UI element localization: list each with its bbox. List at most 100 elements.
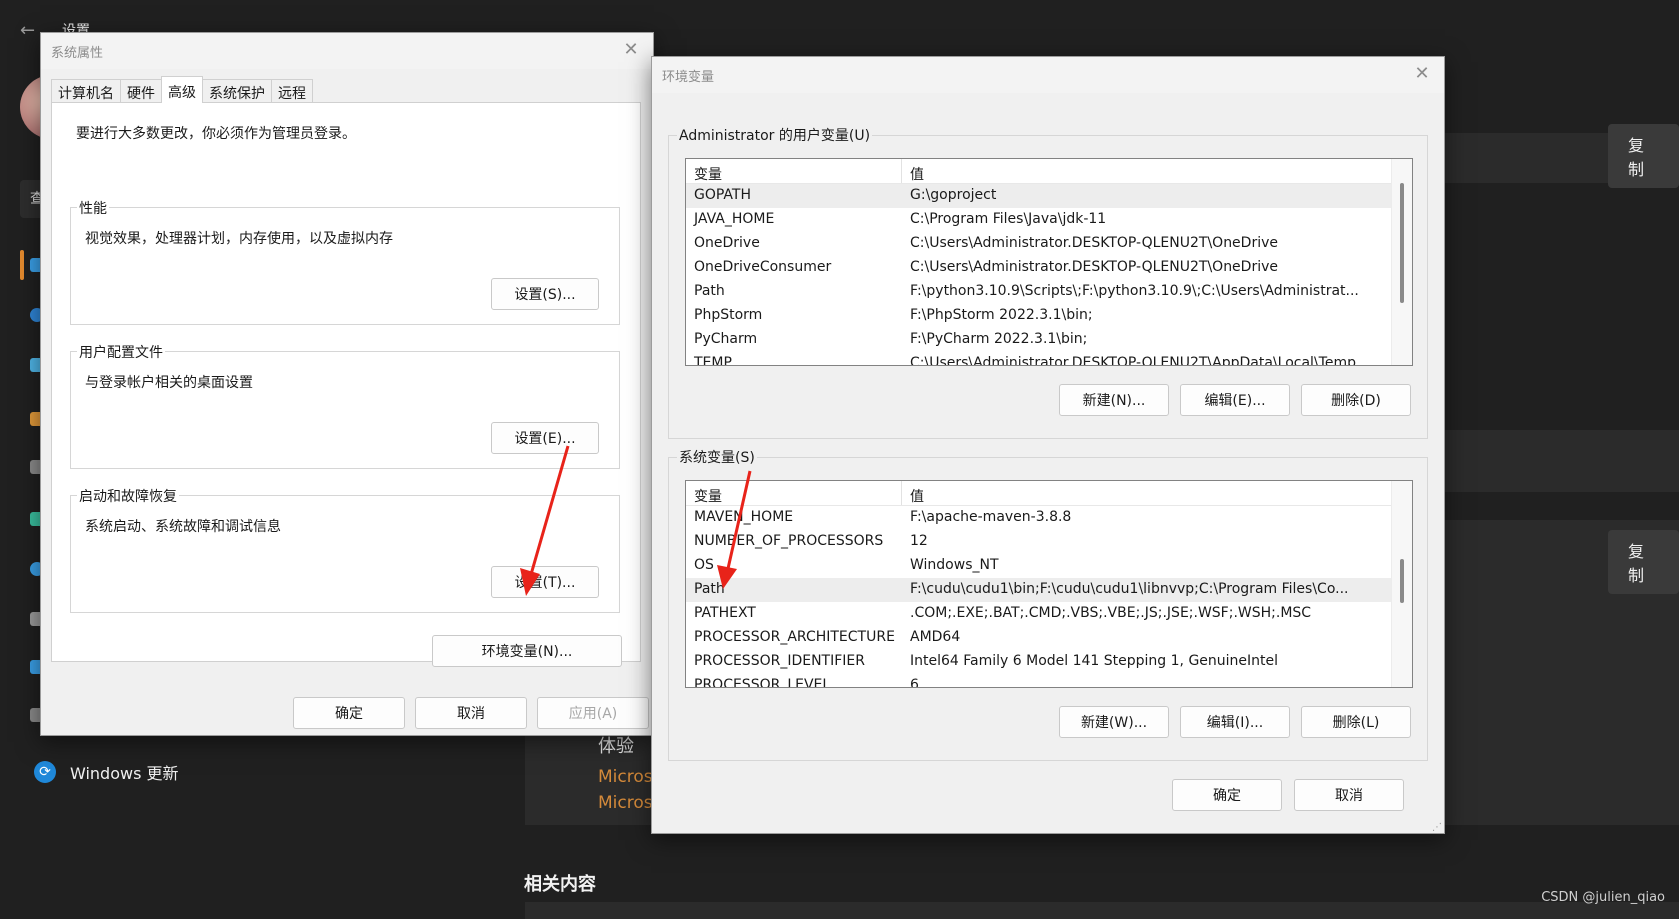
system-edit-button[interactable]: 编辑(I)... — [1180, 706, 1290, 738]
var-value: C:\Users\Administrator.DESKTOP-QLENU2T\O… — [910, 259, 1278, 275]
startup-settings-button[interactable]: 设置(T)... — [491, 566, 599, 598]
var-name: PROCESSOR_LEVEL — [694, 677, 831, 688]
var-name: Path — [694, 283, 725, 299]
table-row[interactable]: JAVA_HOME C:\Program Files\Java\jdk-11 — [686, 208, 1412, 232]
var-value: C:\Users\Administrator.DESKTOP-QLENU2T\A… — [910, 355, 1356, 366]
column-header-variable[interactable]: 变量 — [686, 159, 902, 183]
ok-button[interactable]: 确定 — [1172, 779, 1282, 811]
var-name: PATHEXT — [694, 605, 756, 621]
sidebar-selection-indicator — [20, 250, 24, 280]
group-description: 系统启动、系统故障和调试信息 — [85, 519, 281, 535]
user-profiles-settings-button[interactable]: 设置(E)... — [491, 422, 599, 454]
table-row[interactable]: OneDriveConsumer C:\Users\Administrator.D… — [686, 256, 1412, 280]
microsoft-link-2[interactable]: Micros — [598, 793, 653, 813]
var-name: OneDrive — [694, 235, 760, 251]
table-row[interactable]: OneDrive C:\Users\Administrator.DESKTOP-Q… — [686, 232, 1412, 256]
group-legend: 启动和故障恢复 — [77, 486, 179, 506]
close-icon[interactable]: ✕ — [1410, 63, 1434, 84]
user-edit-button[interactable]: 编辑(E)... — [1180, 384, 1290, 416]
copy-button[interactable]: 复制 — [1608, 124, 1679, 188]
var-name: NUMBER_OF_PROCESSORS — [694, 533, 884, 549]
var-name: PyCharm — [694, 331, 758, 347]
scrollbar-thumb[interactable] — [1400, 183, 1404, 303]
table-row[interactable]: OS Windows_NT — [686, 554, 1412, 578]
tab-advanced[interactable]: 高级 — [161, 76, 203, 103]
var-value: F:\PhpStorm 2022.3.1\bin; — [910, 307, 1093, 323]
copy-button-2[interactable]: 复制 — [1608, 530, 1679, 594]
sidebar-item-windows-update[interactable]: ⟳ Windows 更新 — [34, 760, 179, 784]
performance-settings-button[interactable]: 设置(S)... — [491, 278, 599, 310]
group-legend: 性能 — [77, 198, 109, 218]
resize-grip-icon[interactable]: ⋰ — [1432, 822, 1442, 833]
table-row[interactable]: PROCESSOR_ARCHITECTURE AMD64 — [686, 626, 1412, 650]
user-delete-button[interactable]: 删除(D) — [1301, 384, 1411, 416]
table-row[interactable]: Path F:\cudu\cudu1\bin;F:\cudu\cudu1\libn… — [686, 578, 1412, 602]
table-row[interactable]: NUMBER_OF_PROCESSORS 12 — [686, 530, 1412, 554]
group-legend: 系统变量(S) — [677, 447, 757, 467]
table-row[interactable]: PROCESSOR_IDENTIFIER Intel64 Family 6 Mod… — [686, 650, 1412, 674]
vertical-scrollbar[interactable] — [1391, 481, 1412, 687]
environment-variables-button[interactable]: 环境变量(N)... — [432, 635, 622, 667]
cancel-button[interactable]: 取消 — [1294, 779, 1404, 811]
var-value: F:\cudu\cudu1\bin;F:\cudu\cudu1\libnvvp;… — [910, 581, 1349, 597]
table-row[interactable]: TEMP C:\Users\Administrator.DESKTOP-QLENU… — [686, 352, 1412, 366]
group-description: 视觉效果，处理器计划，内存使用，以及虚拟内存 — [85, 231, 393, 247]
watermark: CSDN @julien_qiao — [1541, 890, 1665, 905]
var-value: F:\python3.10.9\Scripts\;F:\python3.10.9… — [910, 283, 1359, 299]
system-variables-list[interactable]: 变量 值 MAVEN_HOME F:\apache-maven-3.8.8 NUM… — [685, 480, 1413, 688]
user-variables-group: Administrator 的用户变量(U) 变量 值 GOPATH G:\gop… — [668, 125, 1428, 439]
close-icon[interactable]: ✕ — [619, 39, 643, 60]
var-name: MAVEN_HOME — [694, 509, 794, 525]
column-header-variable[interactable]: 变量 — [686, 481, 902, 505]
startup-recovery-group: 启动和故障恢复 系统启动、系统故障和调试信息 设置(T)... — [70, 486, 620, 613]
ok-button[interactable]: 确定 — [293, 697, 405, 729]
user-variables-list[interactable]: 变量 值 GOPATH G:\goproject JAVA_HOME C:\Prog… — [685, 158, 1413, 366]
table-row[interactable]: PROCESSOR_LEVEL 6 — [686, 674, 1412, 688]
group-legend: 用户配置文件 — [77, 342, 165, 362]
var-name: OneDriveConsumer — [694, 259, 832, 275]
var-value: G:\goproject — [910, 187, 997, 203]
var-name: Path — [694, 581, 725, 597]
var-value: F:\apache-maven-3.8.8 — [910, 509, 1072, 525]
var-name: GOPATH — [694, 187, 751, 203]
var-name: JAVA_HOME — [694, 211, 775, 227]
table-row[interactable]: PyCharm F:\PyCharm 2022.3.1\bin; — [686, 328, 1412, 352]
var-value: C:\Users\Administrator.DESKTOP-QLENU2T\O… — [910, 235, 1278, 251]
related-content-heading: 相关内容 — [524, 874, 596, 895]
table-row[interactable]: PATHEXT .COM;.EXE;.BAT;.CMD;.VBS;.VBE;.JS… — [686, 602, 1412, 626]
cancel-button[interactable]: 取消 — [415, 697, 527, 729]
var-name: PhpStorm — [694, 307, 763, 323]
var-name: OS — [694, 557, 714, 573]
vertical-scrollbar[interactable] — [1391, 159, 1412, 365]
titlebar[interactable]: 系统属性 ✕ — [41, 33, 653, 69]
table-row[interactable]: MAVEN_HOME F:\apache-maven-3.8.8 — [686, 506, 1412, 530]
scrollbar-thumb[interactable] — [1400, 559, 1404, 603]
var-name: PROCESSOR_ARCHITECTURE — [694, 629, 895, 645]
table-row[interactable]: PhpStorm F:\PhpStorm 2022.3.1\bin; — [686, 304, 1412, 328]
tab-bar: 计算机名 硬件 高级 系统保护 远程 — [51, 76, 313, 103]
tab-hardware[interactable]: 硬件 — [120, 79, 162, 103]
list-header: 变量 值 — [686, 481, 1412, 506]
user-new-button[interactable]: 新建(N)... — [1059, 384, 1169, 416]
tab-remote[interactable]: 远程 — [271, 79, 313, 103]
tab-computer-name[interactable]: 计算机名 — [51, 79, 121, 103]
var-value: F:\PyCharm 2022.3.1\bin; — [910, 331, 1088, 347]
system-new-button[interactable]: 新建(W)... — [1059, 706, 1169, 738]
column-header-value[interactable]: 值 — [902, 481, 932, 505]
table-row[interactable]: Path F:\python3.10.9\Scripts\;F:\python3.… — [686, 280, 1412, 304]
sync-icon: ⟳ — [34, 761, 56, 783]
system-variables-group: 系统变量(S) 变量 值 MAVEN_HOME F:\apache-maven-3… — [668, 447, 1428, 761]
tab-system-protection[interactable]: 系统保护 — [202, 79, 272, 103]
titlebar[interactable]: 环境变量 ✕ — [652, 57, 1444, 93]
group-legend: Administrator 的用户变量(U) — [677, 125, 873, 145]
var-value: .COM;.EXE;.BAT;.CMD;.VBS;.VBE;.JS;.JSE;.… — [910, 605, 1312, 621]
sidebar-item-label: Windows 更新 — [70, 764, 179, 783]
var-value: C:\Program Files\Java\jdk-11 — [910, 211, 1107, 227]
list-header: 变量 值 — [686, 159, 1412, 184]
column-header-value[interactable]: 值 — [902, 159, 932, 183]
system-delete-button[interactable]: 删除(L) — [1301, 706, 1411, 738]
table-row[interactable]: GOPATH G:\goproject — [686, 184, 1412, 208]
settings-back-icon[interactable]: ← — [20, 20, 35, 41]
microsoft-link-1[interactable]: Micros — [598, 767, 653, 787]
performance-group: 性能 视觉效果，处理器计划，内存使用，以及虚拟内存 设置(S)... — [70, 198, 620, 325]
